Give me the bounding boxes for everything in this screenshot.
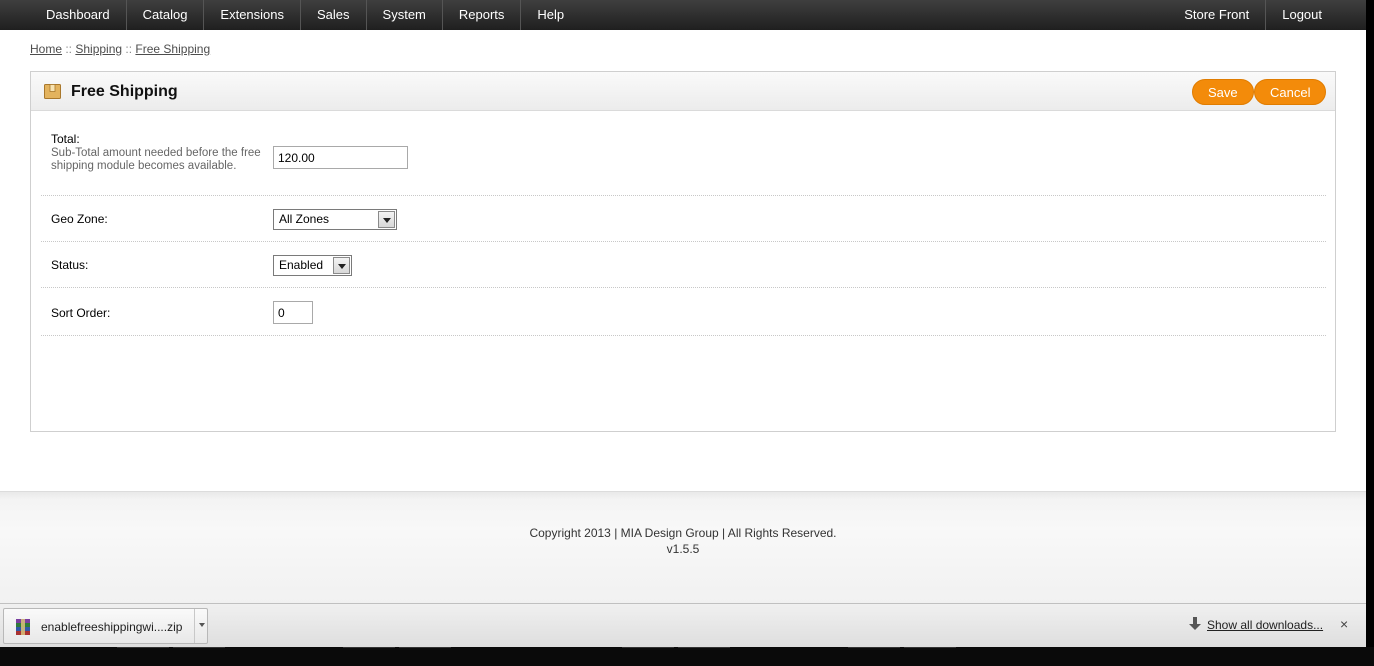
sort-order-label: Sort Order: (51, 306, 111, 320)
download-arrow-icon (1189, 617, 1201, 630)
top-menu: Dashboard Catalog Extensions Sales Syste… (0, 0, 1366, 30)
account-menu: Store Front Logout (1168, 0, 1338, 30)
menu-reports[interactable]: Reports (441, 0, 521, 30)
menu-dashboard[interactable]: Dashboard (30, 0, 126, 30)
geo-zone-select[interactable]: All Zones (273, 209, 397, 230)
cancel-button[interactable]: Cancel (1254, 79, 1327, 105)
geo-zone-label: Geo Zone: (51, 212, 108, 226)
settings-form: Total: Sub-Total amount needed before th… (41, 127, 1326, 336)
total-label: Total: (51, 132, 80, 146)
taskbar-segment (399, 647, 451, 651)
download-bar: enablefreeshippingwi....zip Show all dow… (0, 603, 1366, 647)
form-row-total: Total: Sub-Total amount needed before th… (41, 127, 1326, 196)
taskbar-strip (0, 647, 1374, 666)
show-all-downloads-label: Show all downloads... (1207, 618, 1324, 632)
breadcrumb: Home :: Shipping :: Free Shipping (30, 42, 210, 56)
form-row-geo-zone: Geo Zone: All Zones (41, 196, 1326, 242)
footer: Copyright 2013 | MIA Design Group | All … (0, 491, 1366, 603)
menu-system[interactable]: System (365, 0, 442, 30)
status-value: Enabled (279, 258, 324, 272)
status-select[interactable]: Enabled (273, 255, 352, 276)
status-label: Status: (51, 258, 89, 272)
sort-order-input[interactable] (273, 301, 313, 324)
menu-logout[interactable]: Logout (1265, 0, 1338, 30)
panel-heading: Free Shipping Save Cancel (31, 72, 1335, 111)
download-options-chevron-icon[interactable] (194, 609, 208, 643)
menu-catalog[interactable]: Catalog (125, 0, 204, 30)
shipping-box-icon (44, 84, 61, 99)
version-text: v1.5.5 (666, 542, 700, 556)
copyright-text: Copyright 2013 | MIA Design Group | All … (529, 526, 837, 540)
download-file-name: enablefreeshippingwi....zip (41, 620, 183, 634)
form-row-status: Status: Enabled (41, 242, 1326, 288)
form-row-sort-order: Sort Order: (41, 288, 1326, 336)
taskbar-segment (848, 647, 900, 651)
menu-extensions[interactable]: Extensions (203, 0, 300, 30)
page-title: Free Shipping (71, 83, 178, 100)
browser-page: Dashboard Catalog Extensions Sales Syste… (0, 0, 1366, 603)
taskbar-segment (622, 647, 674, 651)
chevron-down-icon (378, 211, 395, 228)
total-help-text: Sub-Total amount needed before the free … (51, 147, 261, 172)
main-menu: Dashboard Catalog Extensions Sales Syste… (30, 0, 580, 30)
download-item[interactable]: enablefreeshippingwi....zip (3, 608, 208, 644)
breadcrumb-free-shipping[interactable]: Free Shipping (135, 42, 210, 56)
breadcrumb-separator: :: (122, 42, 136, 56)
free-shipping-panel: Free Shipping Save Cancel Total: Sub-Tot… (30, 71, 1336, 432)
show-all-downloads-link[interactable]: Show all downloads... (1189, 617, 1323, 632)
taskbar-segment (117, 647, 169, 651)
breadcrumb-home[interactable]: Home (30, 42, 62, 56)
chevron-down-icon (333, 257, 350, 274)
total-input[interactable] (273, 146, 408, 169)
menu-help[interactable]: Help (520, 0, 580, 30)
breadcrumb-shipping[interactable]: Shipping (75, 42, 122, 56)
taskbar-segment (173, 647, 225, 651)
taskbar-segment (678, 647, 730, 651)
winrar-archive-icon (16, 619, 30, 635)
total-label-group: Total: Sub-Total amount needed before th… (51, 132, 261, 173)
close-icon[interactable]: × (1340, 616, 1348, 632)
menu-store-front[interactable]: Store Front (1168, 0, 1265, 30)
breadcrumb-separator: :: (62, 42, 76, 56)
taskbar-segment (904, 647, 956, 651)
menu-sales[interactable]: Sales (300, 0, 366, 30)
save-button[interactable]: Save (1192, 79, 1254, 105)
taskbar-segment (343, 647, 395, 651)
geo-zone-value: All Zones (279, 212, 330, 226)
